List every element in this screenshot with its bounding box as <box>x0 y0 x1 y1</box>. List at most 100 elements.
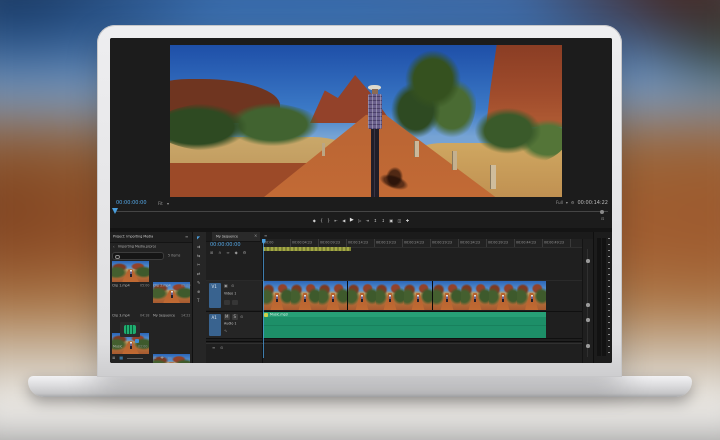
export-frame-button[interactable]: ▣ <box>389 219 393 223</box>
bin-back-icon[interactable]: ‹ <box>113 245 115 249</box>
bin-name[interactable]: Importing Media.prproj <box>118 245 156 248</box>
step-forward-button[interactable]: ▷ <box>358 219 361 223</box>
close-icon[interactable]: × <box>254 234 257 238</box>
master-row-icon[interactable]: ≡ <box>212 346 215 350</box>
waveform-toggle-icon[interactable]: ∿ <box>224 329 227 333</box>
scrollbar-knob[interactable] <box>586 303 590 307</box>
razor-tool[interactable]: ✂ <box>197 263 200 267</box>
project-tab-bar: Project: Importing Media ≡ <box>110 232 192 243</box>
lift-button[interactable]: ↥ <box>374 219 377 223</box>
thumbnail-zoom-slider[interactable] <box>127 358 143 359</box>
duration-timecode: 00:00:14:22 <box>577 201 608 206</box>
scrollbar-knob[interactable] <box>586 318 590 322</box>
fence-post <box>414 141 419 157</box>
video-track-header: V1 ▣ ⊙ Video 1 <box>206 281 262 310</box>
audio-track-patch[interactable]: A1 <box>209 314 221 336</box>
add-marker-icon[interactable]: ◆ <box>235 251 238 255</box>
current-timecode[interactable]: 00:00:00:00 <box>116 201 147 206</box>
sequence-timecode[interactable]: 00:00:00:00 <box>210 243 241 248</box>
search-input[interactable] <box>112 252 164 260</box>
selection-tool[interactable]: ◤ <box>197 236 200 240</box>
hand-tool[interactable]: ⊕ <box>197 290 200 294</box>
track-name: Audio 1 <box>224 322 236 325</box>
add-marker-button[interactable]: ◆ <box>313 219 316 223</box>
nest-toggle-icon[interactable]: ⊞ <box>210 251 213 255</box>
fullscreen-icon[interactable]: ⊡ <box>601 217 604 221</box>
slip-tool[interactable]: ⇄ <box>197 272 200 276</box>
project-item-name[interactable]: Clip 2.mp4 <box>153 284 171 287</box>
audio-waveform-icon <box>124 325 136 334</box>
scrollbar-knob[interactable] <box>586 344 590 348</box>
project-item-name[interactable]: My Sequence <box>153 314 175 317</box>
project-item-thumbnail[interactable] <box>112 261 149 282</box>
video-track-patch[interactable]: V1 <box>209 283 221 308</box>
project-item-name[interactable]: Clip 1.mp4 <box>112 284 130 287</box>
list-view-icon[interactable]: ≣ <box>112 356 115 360</box>
track-select-tool[interactable]: ⇉ <box>197 245 200 249</box>
playhead-line[interactable] <box>263 239 264 358</box>
scrubber-end-knob[interactable] <box>600 210 604 214</box>
go-to-out-button[interactable]: ⇥ <box>366 219 369 223</box>
video-clip[interactable] <box>348 281 433 310</box>
timeline-scrollbar-column <box>582 239 593 363</box>
project-tab[interactable]: Project: Importing Media <box>113 235 153 238</box>
mark-in-button[interactable]: { <box>320 219 323 223</box>
step-back-button[interactable]: ◀ <box>342 219 345 223</box>
track-option-button[interactable] <box>224 300 230 305</box>
work-area-bar[interactable] <box>263 247 351 251</box>
solo-button[interactable]: S <box>232 314 238 320</box>
type-tool[interactable]: T <box>197 299 199 303</box>
ruler-label: 00:00:49:23 <box>544 241 564 244</box>
play-button[interactable]: ▶ <box>350 218 354 223</box>
project-item-duration: 05:00 <box>140 284 149 287</box>
mark-out-button[interactable]: } <box>327 219 330 223</box>
track-lock-icon[interactable]: ▣ <box>224 284 228 288</box>
ruler-label: 00:00:09:23 <box>320 241 340 244</box>
video-clip[interactable] <box>263 281 348 310</box>
panel-menu-icon[interactable]: ≡ <box>264 234 267 238</box>
search-icon <box>115 255 120 260</box>
project-item-name[interactable]: Music <box>113 345 122 348</box>
timeline-tab[interactable]: My Sequence × <box>212 232 260 241</box>
playback-resolution-select[interactable]: Full <box>556 201 563 205</box>
button-editor-button[interactable]: ✚ <box>406 219 409 223</box>
person-shirt <box>368 94 382 129</box>
track-option-button[interactable] <box>232 300 238 305</box>
panel-menu-icon[interactable]: ≡ <box>185 235 188 239</box>
project-item-name[interactable]: Clip 3.mp4 <box>112 314 130 317</box>
zoom-level-select[interactable]: Fit <box>158 202 163 206</box>
ruler-label: 00:00:39:23 <box>488 241 508 244</box>
trees-left <box>170 101 324 153</box>
meter-channel <box>602 238 606 356</box>
icon-view-icon[interactable]: ▦ <box>119 356 123 360</box>
video-preview[interactable] <box>170 45 562 197</box>
snap-icon[interactable]: ∩ <box>218 251 221 255</box>
pen-tool[interactable]: ✎ <box>197 281 200 285</box>
comparison-view-button[interactable]: ◫ <box>398 219 402 223</box>
new-item-icon[interactable]: ✚ <box>161 356 164 360</box>
go-to-in-button[interactable]: ⇤ <box>334 219 337 223</box>
chevron-down-icon: ▾ <box>566 201 568 205</box>
delete-icon[interactable]: ▭ <box>168 356 172 360</box>
monitor-settings-icon[interactable]: ⚙ <box>571 201 575 205</box>
scrollbar-knob[interactable] <box>586 259 590 263</box>
mute-button[interactable]: M <box>224 314 230 320</box>
monitor-scrubber-track[interactable] <box>114 211 608 212</box>
tools-panel: ◤ ⇉ ⇆ ✂ ⇄ ✎ ⊕ T <box>193 232 207 363</box>
chevron-down-icon: ▾ <box>167 202 169 206</box>
solo-label: S <box>234 315 237 319</box>
timeline-settings-icon[interactable]: ⚙ <box>243 251 247 255</box>
master-row-icon[interactable]: ⊙ <box>220 346 223 350</box>
person-legs <box>371 129 379 197</box>
extract-button[interactable]: ↧ <box>381 219 384 223</box>
new-bin-icon[interactable]: ⊞ <box>153 356 156 360</box>
speaker-icon[interactable]: ⊙ <box>240 315 243 319</box>
ripple-edit-tool[interactable]: ⇆ <box>197 254 200 258</box>
audio-clip[interactable]: Music.mp3 <box>263 312 546 338</box>
laptop-base <box>28 376 692 397</box>
audio-item-thumbnail[interactable] <box>120 322 140 337</box>
track-name: Video 1 <box>224 292 236 295</box>
linked-selection-icon[interactable]: ∞ <box>226 251 229 255</box>
toggle-track-output-icon[interactable]: ⊙ <box>231 284 234 288</box>
video-clip[interactable] <box>433 281 546 310</box>
